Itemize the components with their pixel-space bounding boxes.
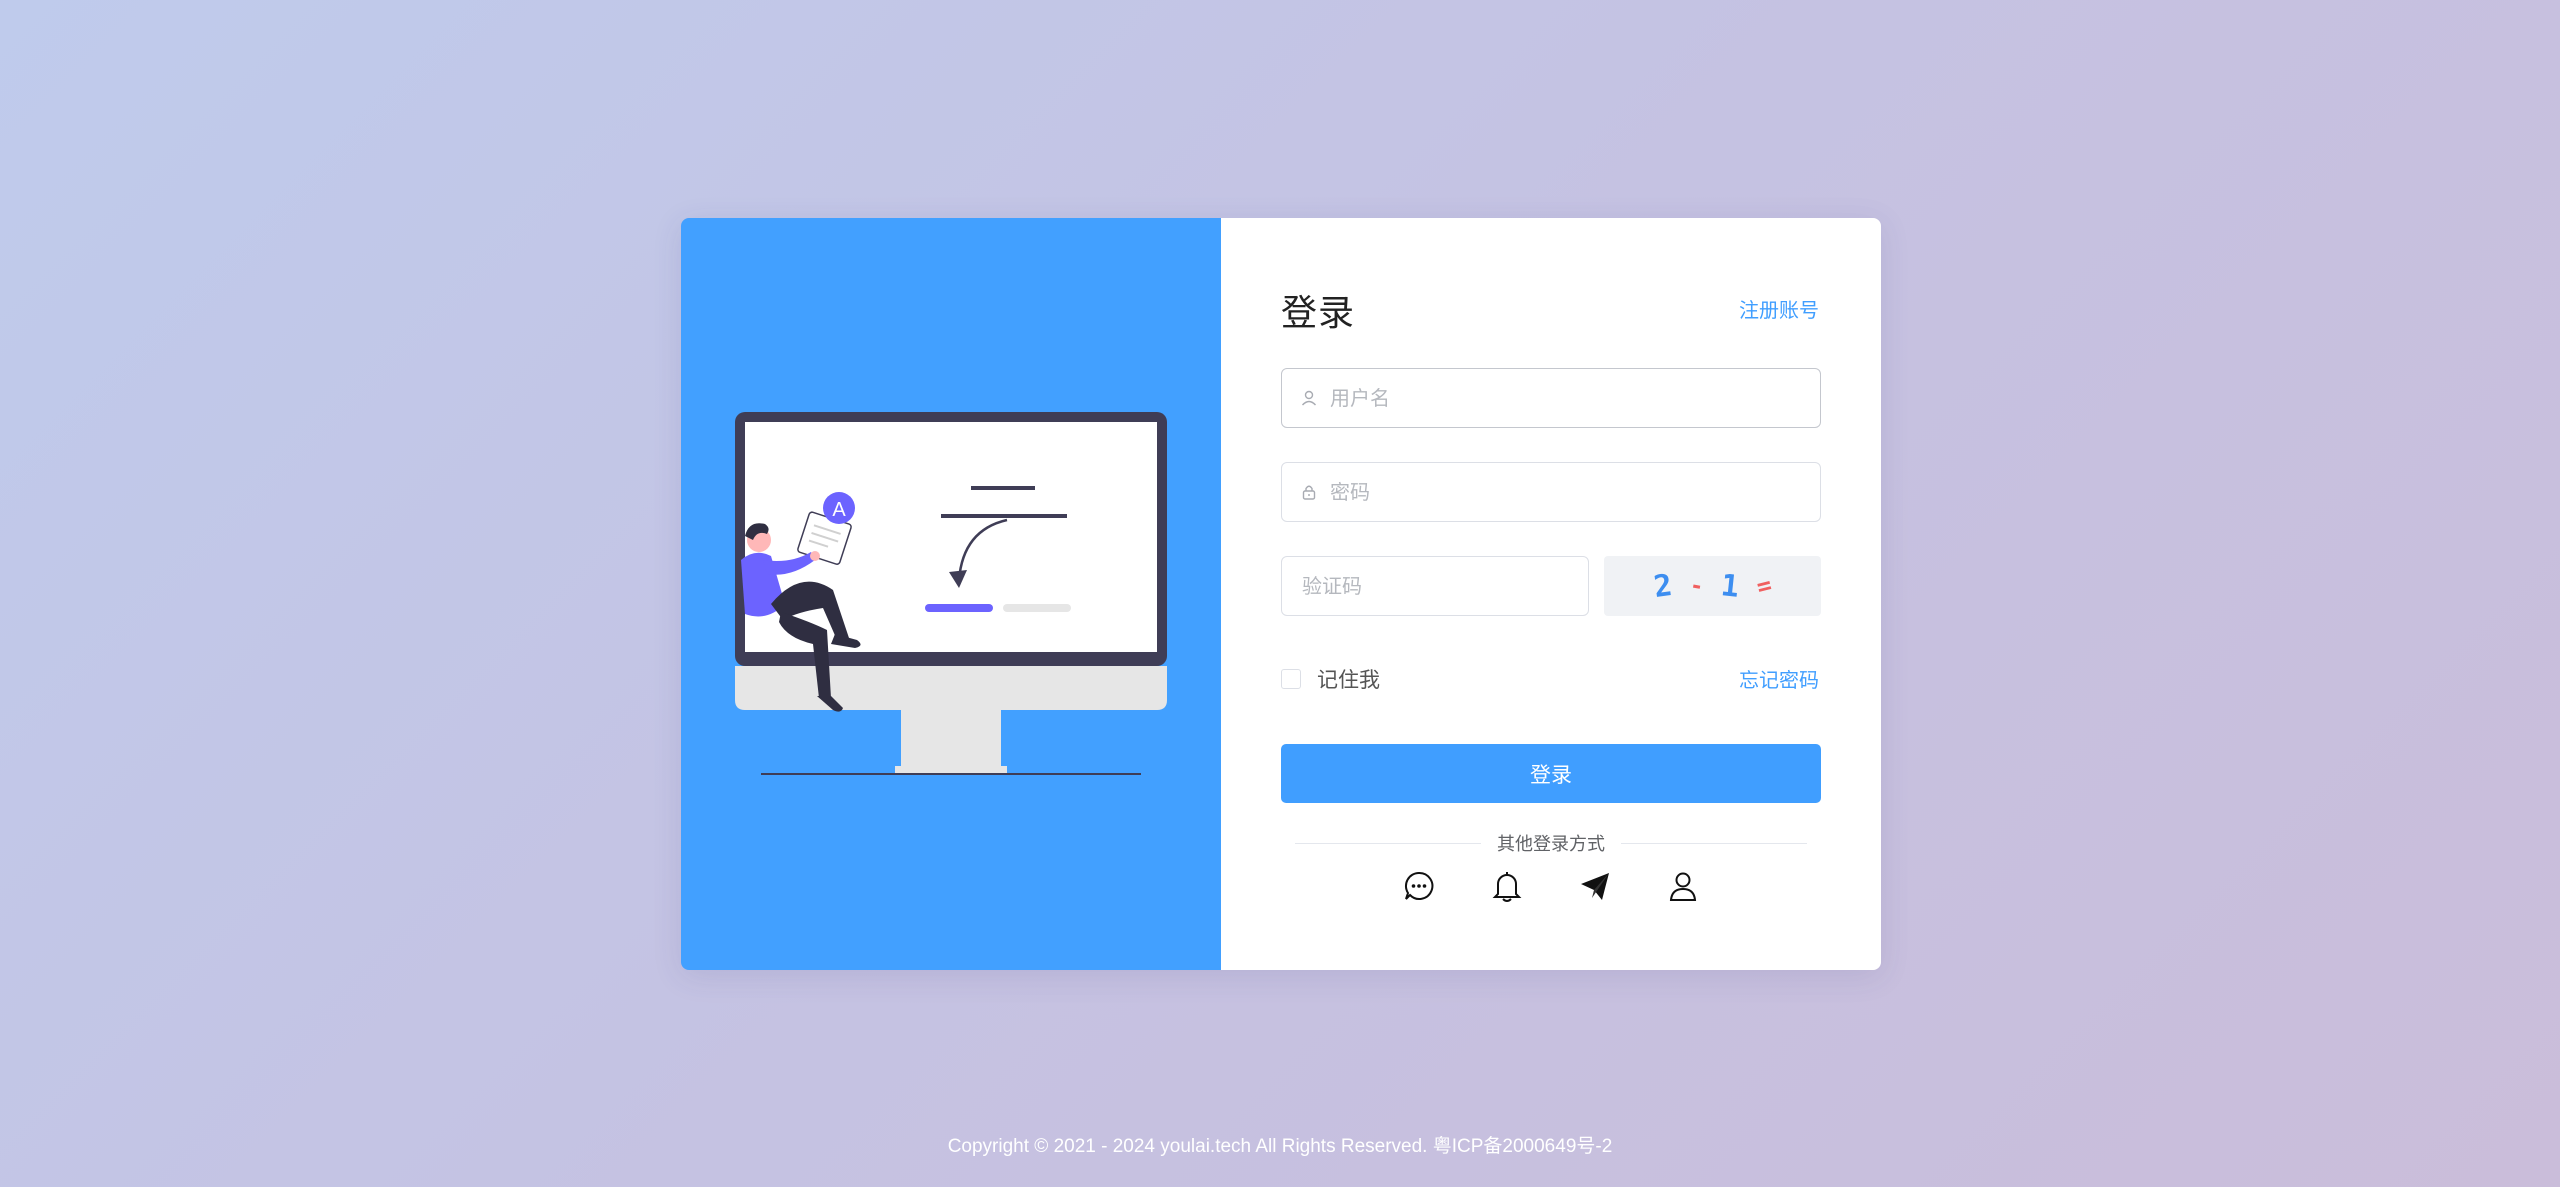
send-icon[interactable]	[1577, 868, 1613, 904]
user-icon	[1298, 387, 1320, 409]
illustration-panel: A	[681, 218, 1221, 970]
monitor-stand	[901, 710, 1001, 770]
page-title: 登录	[1281, 293, 1356, 334]
computer-illustration: A	[735, 412, 1167, 775]
register-link[interactable]: 注册账号	[1739, 294, 1819, 323]
lock-icon	[1298, 481, 1320, 503]
monitor-bezel	[735, 666, 1167, 710]
password-input[interactable]	[1328, 462, 1820, 522]
remember-me[interactable]: 记住我	[1281, 664, 1380, 694]
other-methods-divider: 其他登录方式	[1295, 830, 1807, 856]
progress-empty	[1003, 604, 1071, 612]
other-methods-label: 其他登录方式	[1497, 834, 1605, 855]
bell-icon[interactable]	[1489, 868, 1525, 904]
captcha-field[interactable]	[1281, 556, 1589, 616]
password-field[interactable]	[1281, 462, 1821, 522]
social-login-icons	[1221, 868, 1881, 904]
progress-filled	[925, 604, 993, 612]
username-field[interactable]	[1281, 368, 1821, 428]
footer-copyright: Copyright © 2021 - 2024 youlai.tech All …	[947, 1136, 1613, 1157]
username-input[interactable]	[1328, 368, 1820, 428]
forgot-password-link[interactable]: 忘记密码	[1739, 664, 1819, 693]
login-form-panel: 登录 注册账号 2	[1221, 218, 1881, 970]
badge-letter: A	[832, 499, 846, 521]
captcha-char: -	[1687, 572, 1705, 600]
remember-label: 记住我	[1317, 668, 1380, 692]
chat-icon[interactable]	[1401, 868, 1437, 904]
captcha-char: 1	[1719, 567, 1741, 605]
captcha-char: =	[1753, 570, 1775, 602]
user-icon[interactable]	[1665, 868, 1701, 904]
captcha-char: 2	[1651, 567, 1674, 605]
captcha-image[interactable]: 2 - 1 =	[1604, 556, 1821, 616]
login-card: A 登录 注册账号 用户名 验证码 2 - 1 = 记住我 忘记密码 登录 其他…	[681, 218, 1881, 970]
captcha-input[interactable]	[1282, 556, 1588, 616]
login-button[interactable]: 登录	[1281, 744, 1821, 803]
remember-checkbox[interactable]	[1281, 669, 1301, 689]
